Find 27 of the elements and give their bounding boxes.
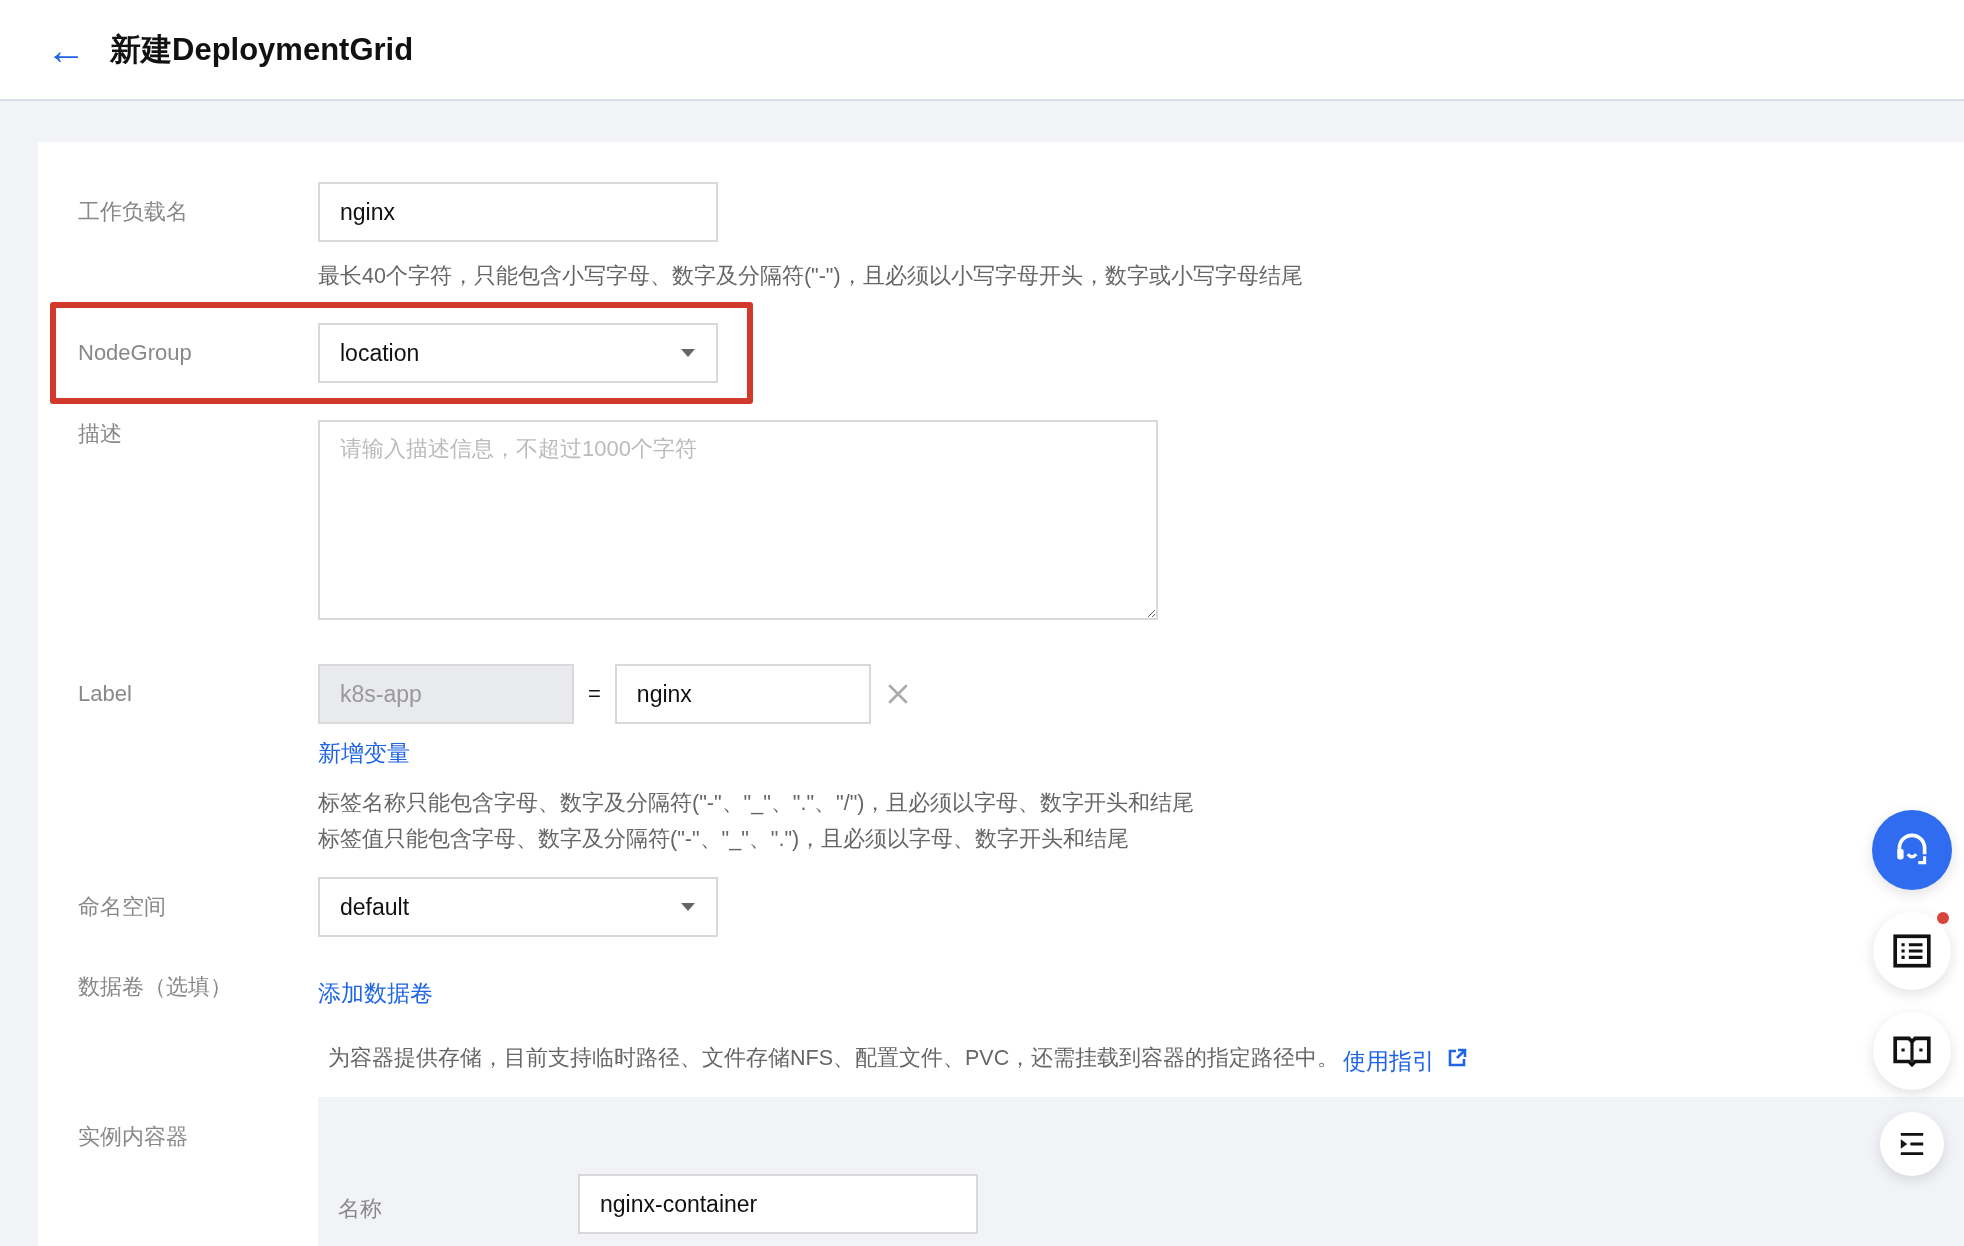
field-label: 描述 (77, 420, 123, 448)
input-field[interactable]: nginx (318, 182, 718, 242)
description-field[interactable]: 请输入描述信息，不超过1000个字符 (318, 420, 1158, 620)
caret-icon (680, 348, 696, 358)
field-label: 工作负载名 (77, 198, 189, 226)
add-volume-link[interactable]: 添加数据卷 (318, 971, 433, 1015)
hint-text: 标签名称只能包含字母、数字及分隔符("-"、"_"、"."、"/")，且必须以字母、数字开头和结尾 (318, 790, 1195, 817)
label-value-field[interactable]: nginx (614, 664, 871, 724)
guide-link[interactable]: 使用指引 (1343, 1039, 1436, 1083)
equals-sign: = (588, 681, 601, 707)
add-variable-link[interactable]: 新增变量 (318, 738, 410, 769)
field-label: Label (77, 680, 133, 708)
hint-text: 为容器提供存储，目前支持临时路径、文件存储NFS、配置文件、PVC，还需挂载到容器的指定路径中。 (328, 1045, 1340, 1072)
select-field[interactable]: default (318, 877, 718, 937)
field-label: 命名空间 (77, 893, 167, 921)
input-field[interactable]: nginx-container (578, 1174, 978, 1234)
back-button[interactable]: ← (46, 29, 86, 70)
caret-icon (680, 902, 696, 912)
field-label: 名称 (337, 1195, 383, 1223)
hint-text: 最长40个字符，只能包含小写字母、数字及分隔符("-")，且必须以小写字母开头，数字或小写字母结尾 (318, 263, 1303, 290)
field-label: 实例内容器 (77, 1123, 189, 1151)
external-link-icon (1447, 1048, 1468, 1068)
select-field[interactable]: location (318, 323, 718, 383)
field-label: NodeGroup (77, 339, 193, 367)
field-label: 数据卷（选填） (77, 973, 233, 1001)
hint-text: 标签值只能包含字母、数字及分隔符("-"、"_"、".")，且必须以字母、数字开头和结尾 (318, 826, 1130, 853)
page-title: 新建DeploymentGrid (110, 30, 414, 69)
